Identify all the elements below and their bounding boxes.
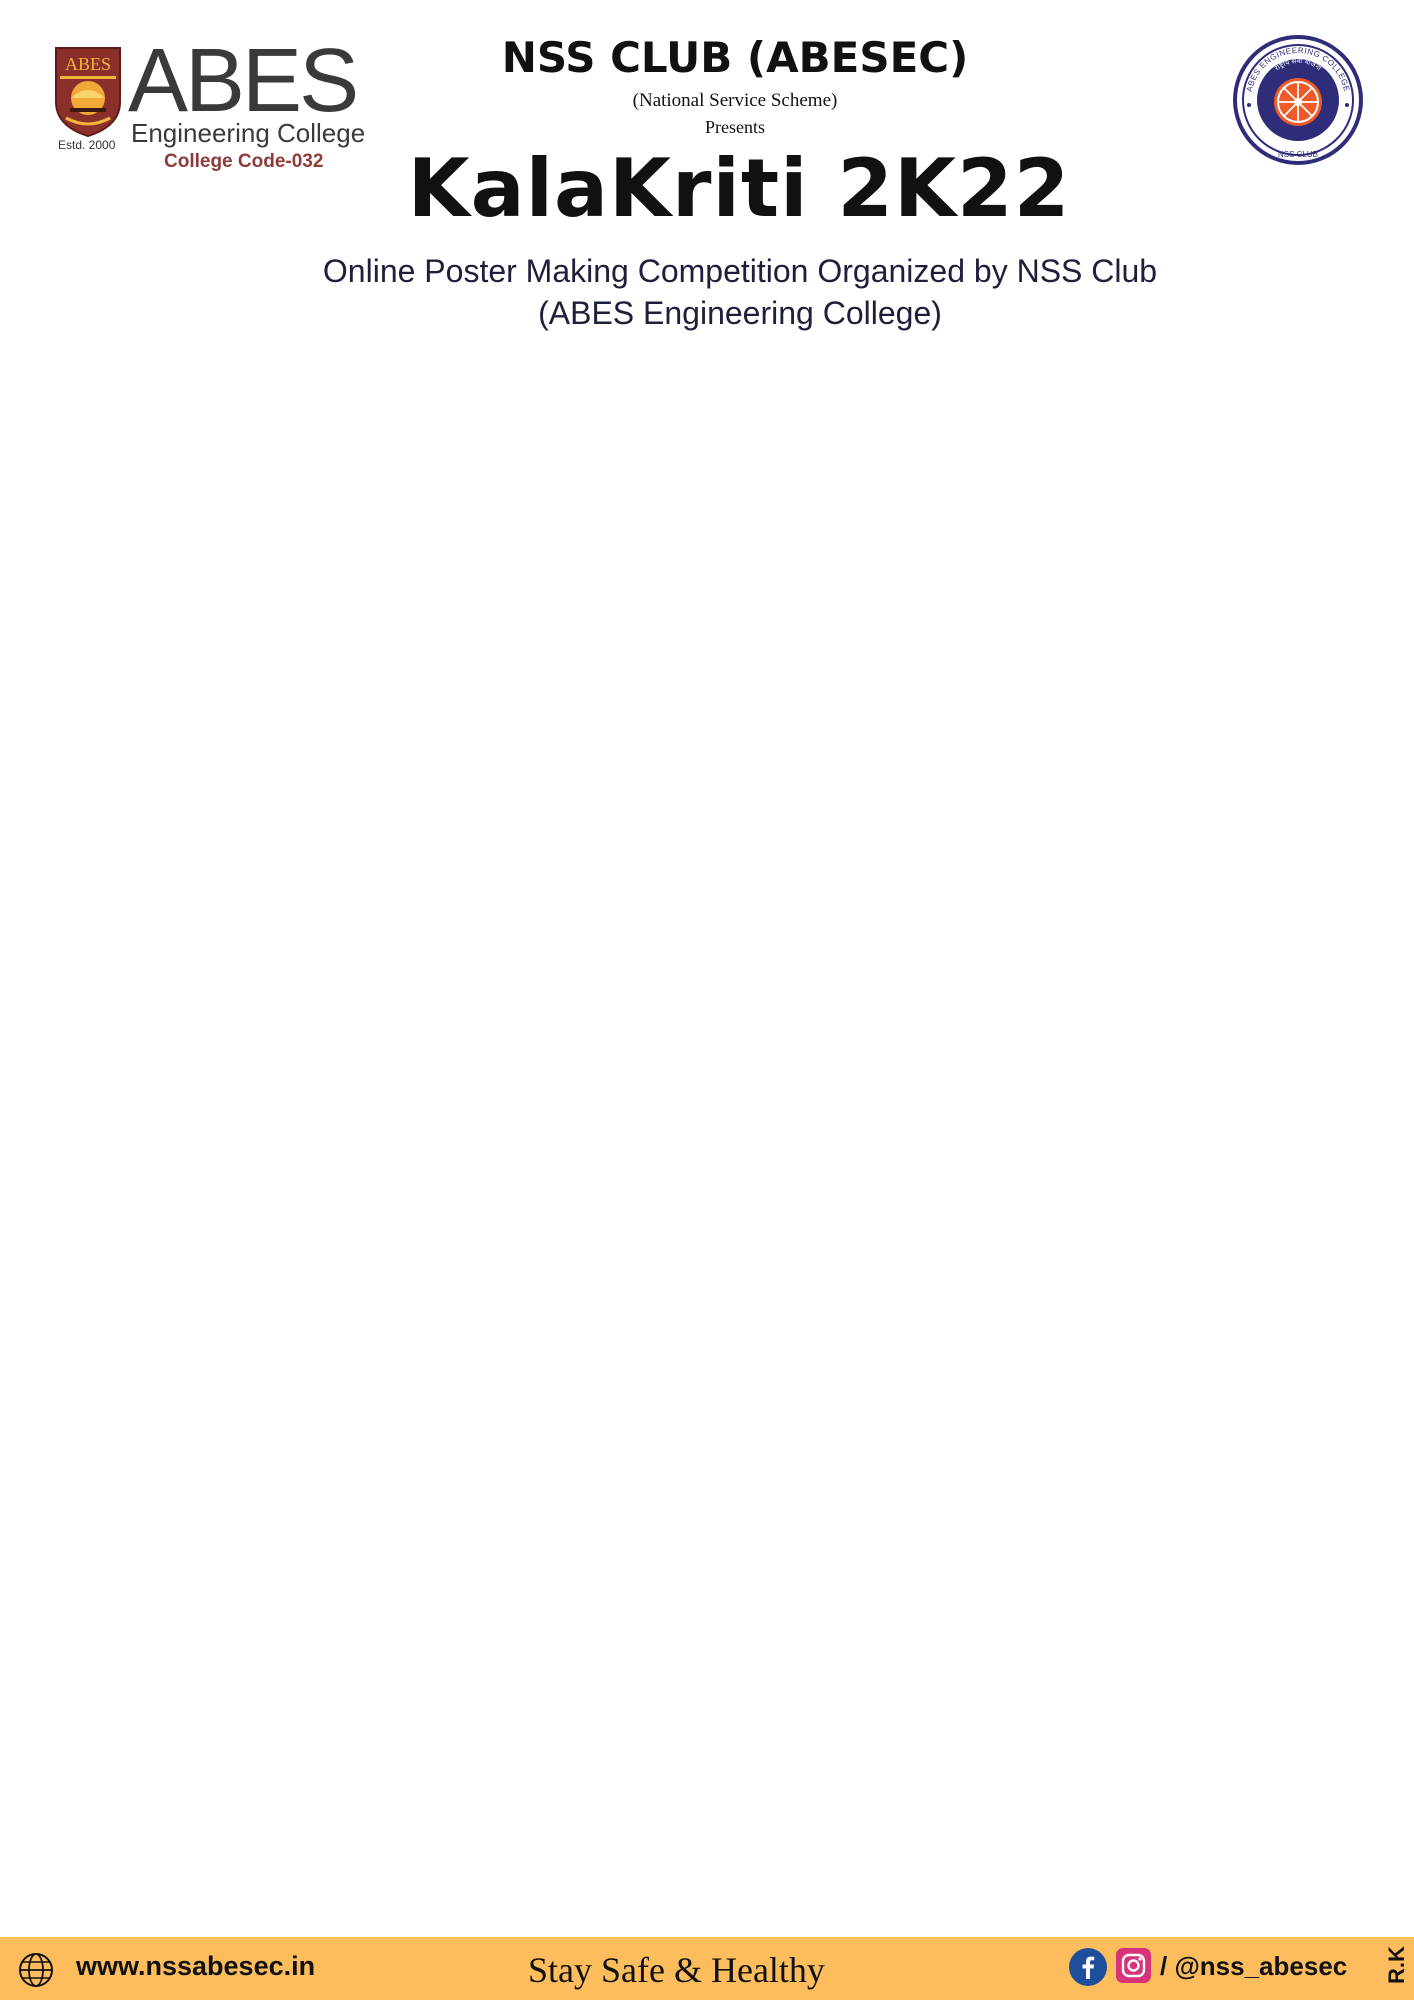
instagram-icon[interactable] (1116, 1948, 1151, 1983)
event-description-line2: (ABES Engineering College) (538, 295, 942, 331)
event-description-line1: Online Poster Making Competition Organiz… (322, 253, 1158, 289)
club-subtitle: (National Service Scheme) (632, 90, 838, 111)
event-description: Online Poster Making Competition Organiz… (0, 250, 1414, 334)
club-title: NSS CLUB (ABESEC) (501, 33, 969, 82)
social-handle[interactable]: / @nss_abesec (1160, 1951, 1347, 1982)
designer-initials-wrap: R.K (1384, 1946, 1409, 2000)
designer-initials: R.K (1384, 1946, 1409, 1984)
nss-emblem-icon: ABES ENGINEERING COLLEGE राष्ट्रीय सेवा … (1233, 35, 1363, 165)
footer-bar: www.nssabesec.in Stay Safe & Healthy / @… (0, 1937, 1414, 2000)
facebook-icon[interactable] (1069, 1948, 1107, 1986)
tagline: Stay Safe & Healthy (528, 1950, 825, 1990)
presents-text: Presents (705, 117, 765, 137)
event-title: KalaKriti 2K22 (407, 142, 1071, 235)
website-link[interactable]: www.nssabesec.in (76, 1951, 315, 1982)
globe-icon (19, 1953, 53, 1987)
svg-text:NSS CLUB: NSS CLUB (1278, 150, 1318, 159)
